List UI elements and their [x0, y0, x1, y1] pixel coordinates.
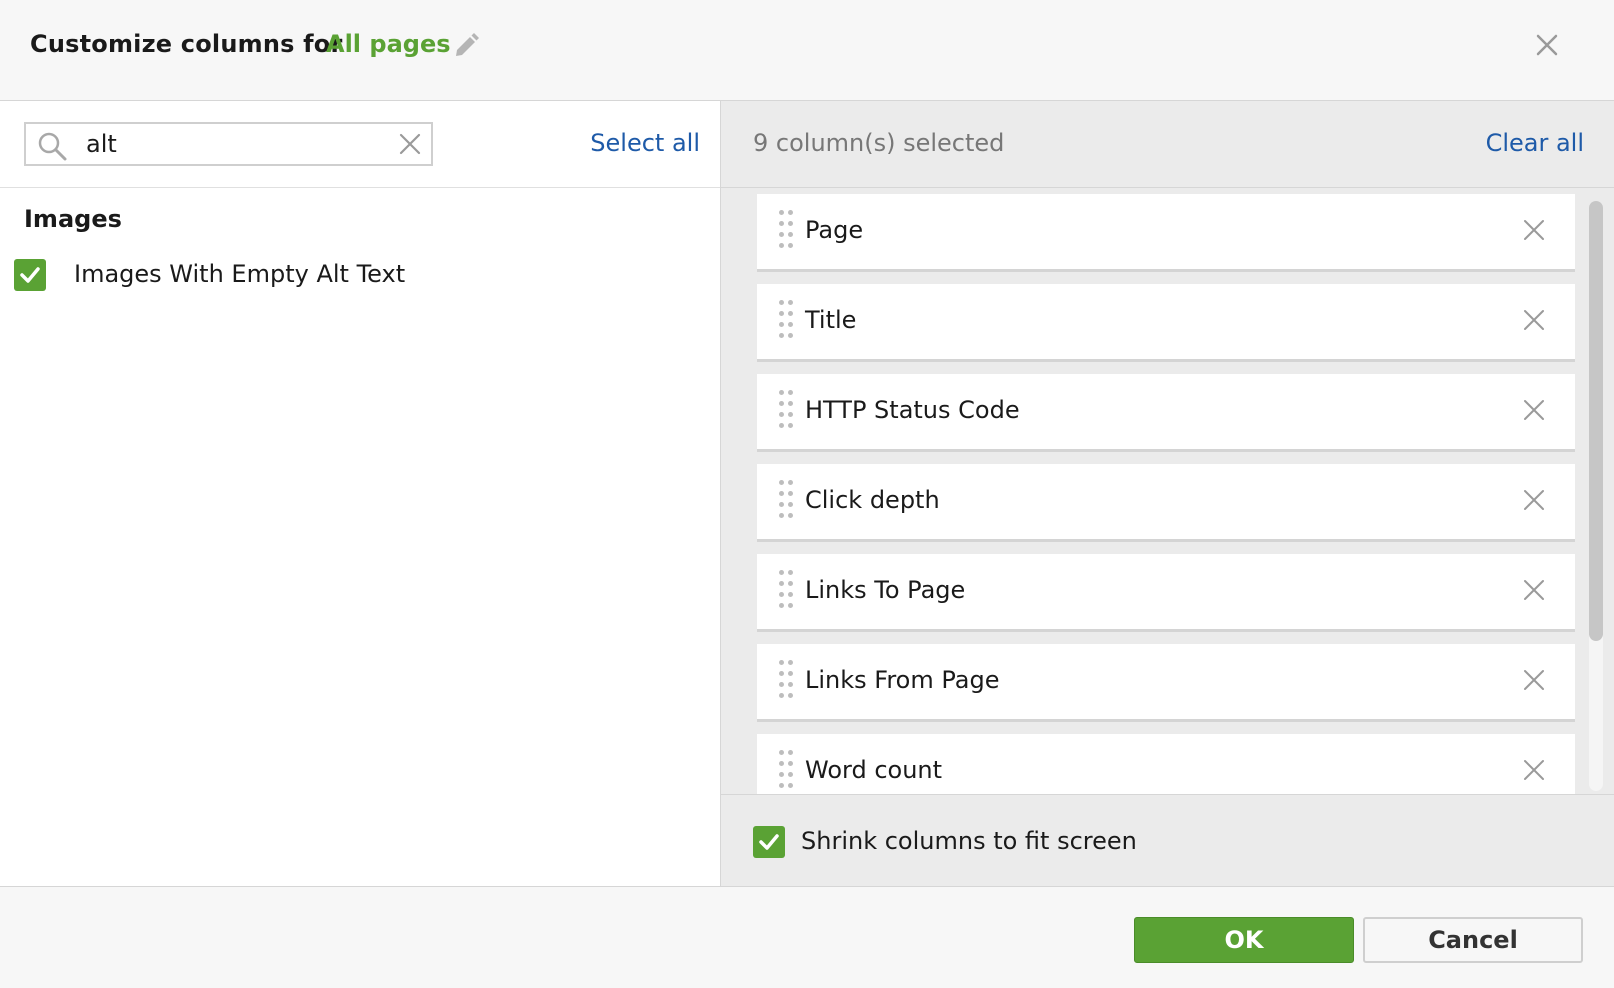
shrink-columns-label: Shrink columns to fit screen — [801, 827, 1137, 855]
scrollbar[interactable] — [1589, 201, 1603, 791]
ok-button[interactable]: OK — [1134, 917, 1354, 963]
selected-column-item[interactable]: Title — [757, 284, 1575, 362]
selected-columns-header: 9 column(s) selected Clear all — [721, 101, 1614, 188]
clear-search-icon[interactable] — [398, 132, 422, 156]
selected-column-item[interactable]: Page — [757, 194, 1575, 272]
checkbox-checked[interactable] — [753, 826, 785, 858]
search-icon — [38, 132, 67, 161]
selected-column-item[interactable]: Click depth — [757, 464, 1575, 542]
selected-column-label: Word count — [805, 756, 943, 784]
selected-column-label: Click depth — [805, 486, 940, 514]
customize-columns-dialog: Customize columns for All pages Select a… — [0, 0, 1614, 988]
checkbox-checked[interactable] — [14, 259, 46, 291]
drag-handle-icon[interactable] — [777, 478, 797, 526]
column-option[interactable]: Images With Empty Alt Text — [14, 259, 694, 293]
clear-all-link[interactable]: Clear all — [1486, 129, 1584, 157]
selected-column-label: Links To Page — [805, 576, 966, 604]
drag-handle-icon[interactable] — [777, 748, 797, 794]
remove-column-icon[interactable] — [1523, 309, 1545, 331]
selected-column-label: Title — [805, 306, 857, 334]
remove-column-icon[interactable] — [1523, 579, 1545, 601]
drag-handle-icon[interactable] — [777, 208, 797, 256]
selected-column-item[interactable]: Links To Page — [757, 554, 1575, 632]
checkmark-icon — [759, 834, 779, 850]
selected-count: 9 column(s) selected — [753, 129, 1005, 157]
close-icon[interactable] — [1532, 30, 1562, 60]
search-box[interactable] — [24, 122, 433, 166]
search-bar: Select all — [0, 101, 720, 188]
selected-column-label: HTTP Status Code — [805, 396, 1020, 424]
remove-column-icon[interactable] — [1523, 399, 1545, 421]
selected-column-label: Links From Page — [805, 666, 1000, 694]
remove-column-icon[interactable] — [1523, 759, 1545, 781]
drag-handle-icon[interactable] — [777, 658, 797, 706]
shrink-columns-toggle[interactable]: Shrink columns to fit screen — [753, 826, 1253, 860]
select-all-link[interactable]: Select all — [590, 129, 700, 157]
drag-handle-icon[interactable] — [777, 298, 797, 346]
selected-column-item[interactable]: HTTP Status Code — [757, 374, 1575, 452]
shrink-option-bar: Shrink columns to fit screen — [721, 794, 1614, 886]
checkmark-icon — [20, 267, 40, 283]
available-columns-panel: Select all Images Images With Empty Alt … — [0, 101, 721, 886]
selected-column-label: Page — [805, 216, 864, 244]
selected-columns-list[interactable]: Page Title HTTP Status Code Click depth — [721, 189, 1614, 794]
remove-column-icon[interactable] — [1523, 489, 1545, 511]
pencil-icon[interactable] — [452, 32, 480, 60]
dialog-title: Customize columns for — [30, 30, 343, 58]
cancel-button[interactable]: Cancel — [1363, 917, 1583, 963]
selected-column-item[interactable]: Word count — [757, 734, 1575, 794]
drag-handle-icon[interactable] — [777, 568, 797, 616]
selected-column-item[interactable]: Links From Page — [757, 644, 1575, 722]
remove-column-icon[interactable] — [1523, 669, 1545, 691]
search-input[interactable] — [86, 128, 376, 160]
column-option-label: Images With Empty Alt Text — [74, 260, 406, 288]
page-set-name[interactable]: All pages — [326, 30, 451, 58]
dialog-header: Customize columns for All pages — [0, 0, 1614, 101]
selected-columns-panel: 9 column(s) selected Clear all Page Titl… — [721, 101, 1614, 886]
remove-column-icon[interactable] — [1523, 219, 1545, 241]
group-heading: Images — [24, 205, 122, 233]
drag-handle-icon[interactable] — [777, 388, 797, 436]
dialog-footer: OK Cancel — [0, 886, 1614, 988]
scrollbar-thumb[interactable] — [1589, 201, 1603, 641]
